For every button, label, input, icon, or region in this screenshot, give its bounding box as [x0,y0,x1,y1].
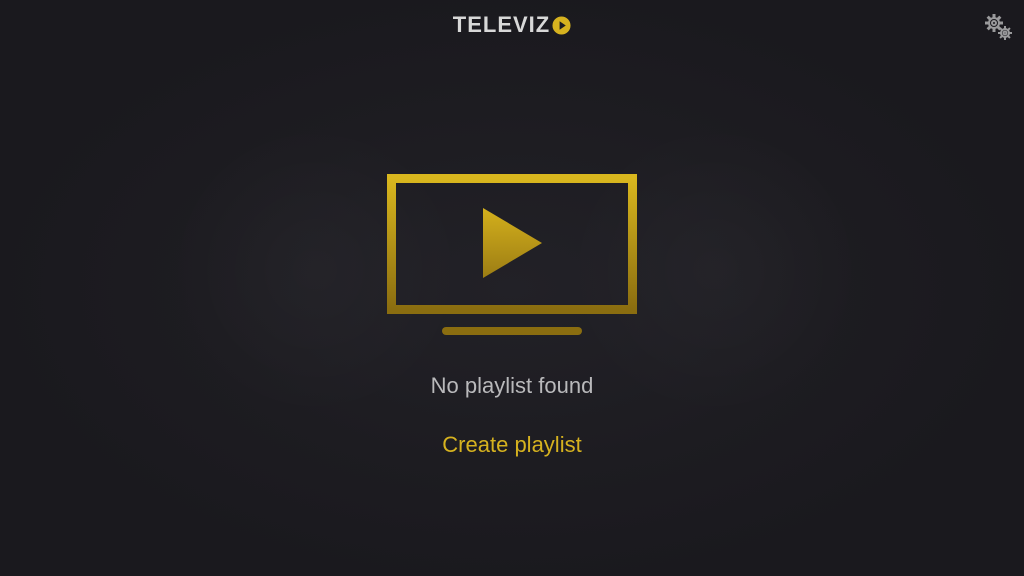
gears-icon[interactable] [983,12,1013,42]
empty-state-message: No playlist found [430,373,594,398]
tv-play-icon [387,174,637,335]
play-o-icon [552,15,571,35]
logo-text: TELEVIZ [452,12,551,37]
app-logo: TELEVIZ [0,12,1024,38]
create-playlist-button[interactable]: Create playlist [412,431,612,459]
